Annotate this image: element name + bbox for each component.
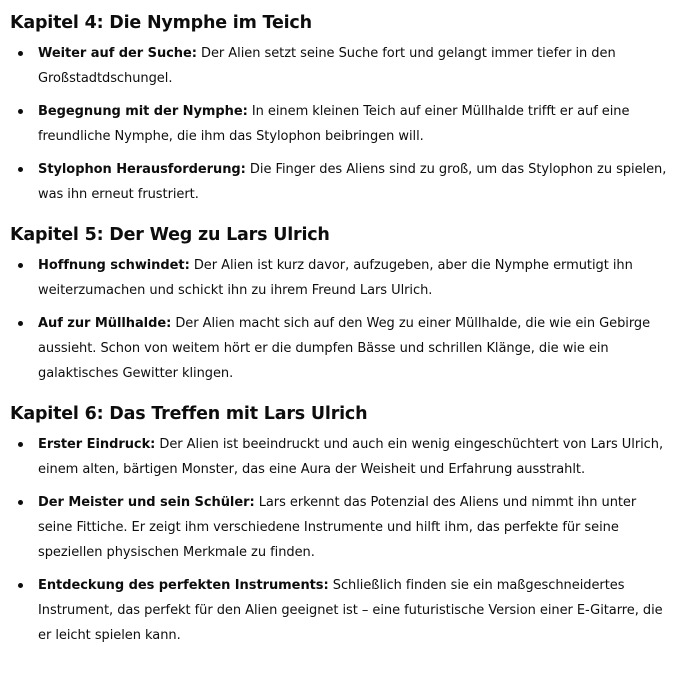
- item-label: Hoffnung schwindet:: [38, 258, 190, 273]
- bullet-icon: [18, 167, 23, 172]
- chapter-6: Kapitel 6: Das Treffen mit Lars Ulrich E…: [10, 401, 670, 648]
- bullet-icon: [18, 51, 23, 56]
- chapter-title: Kapitel 4: Die Nymphe im Teich: [10, 13, 312, 33]
- chapter-list: Erster Eindruck: Der Alien ist beeindruc…: [10, 432, 670, 648]
- document-page: Kapitel 4: Die Nymphe im Teich Weiter au…: [0, 0, 680, 686]
- list-item: Weiter auf der Suche: Der Alien setzt se…: [10, 41, 670, 91]
- list-item: Stylophon Herausforderung: Die Finger de…: [10, 157, 670, 207]
- item-label: Entdeckung des perfekten Instruments:: [38, 578, 329, 593]
- list-item: Erster Eindruck: Der Alien ist beeindruc…: [10, 432, 670, 482]
- bullet-icon: [18, 442, 23, 447]
- list-item: Der Meister und sein Schüler: Lars erken…: [10, 490, 670, 565]
- bullet-icon: [18, 321, 23, 326]
- list-item: Auf zur Müllhalde: Der Alien macht sich …: [10, 311, 670, 386]
- item-label: Begegnung mit der Nymphe:: [38, 104, 248, 119]
- list-item: Begegnung mit der Nymphe: In einem klein…: [10, 99, 670, 149]
- bullet-icon: [18, 583, 23, 588]
- item-label: Erster Eindruck:: [38, 437, 156, 452]
- chapter-list: Weiter auf der Suche: Der Alien setzt se…: [10, 41, 670, 207]
- bullet-icon: [18, 109, 23, 114]
- bullet-icon: [18, 263, 23, 268]
- list-item: Entdeckung des perfekten Instruments: Sc…: [10, 573, 670, 648]
- chapter-title: Kapitel 6: Das Treffen mit Lars Ulrich: [10, 404, 368, 424]
- item-label: Stylophon Herausforderung:: [38, 162, 246, 177]
- chapter-title: Kapitel 5: Der Weg zu Lars Ulrich: [10, 225, 330, 245]
- bullet-icon: [18, 500, 23, 505]
- chapter-list: Hoffnung schwindet: Der Alien ist kurz d…: [10, 253, 670, 386]
- item-label: Der Meister und sein Schüler:: [38, 495, 255, 510]
- chapter-4: Kapitel 4: Die Nymphe im Teich Weiter au…: [10, 10, 670, 207]
- item-label: Auf zur Müllhalde:: [38, 316, 172, 331]
- chapter-5: Kapitel 5: Der Weg zu Lars Ulrich Hoffnu…: [10, 222, 670, 386]
- item-label: Weiter auf der Suche:: [38, 46, 197, 61]
- list-item: Hoffnung schwindet: Der Alien ist kurz d…: [10, 253, 670, 303]
